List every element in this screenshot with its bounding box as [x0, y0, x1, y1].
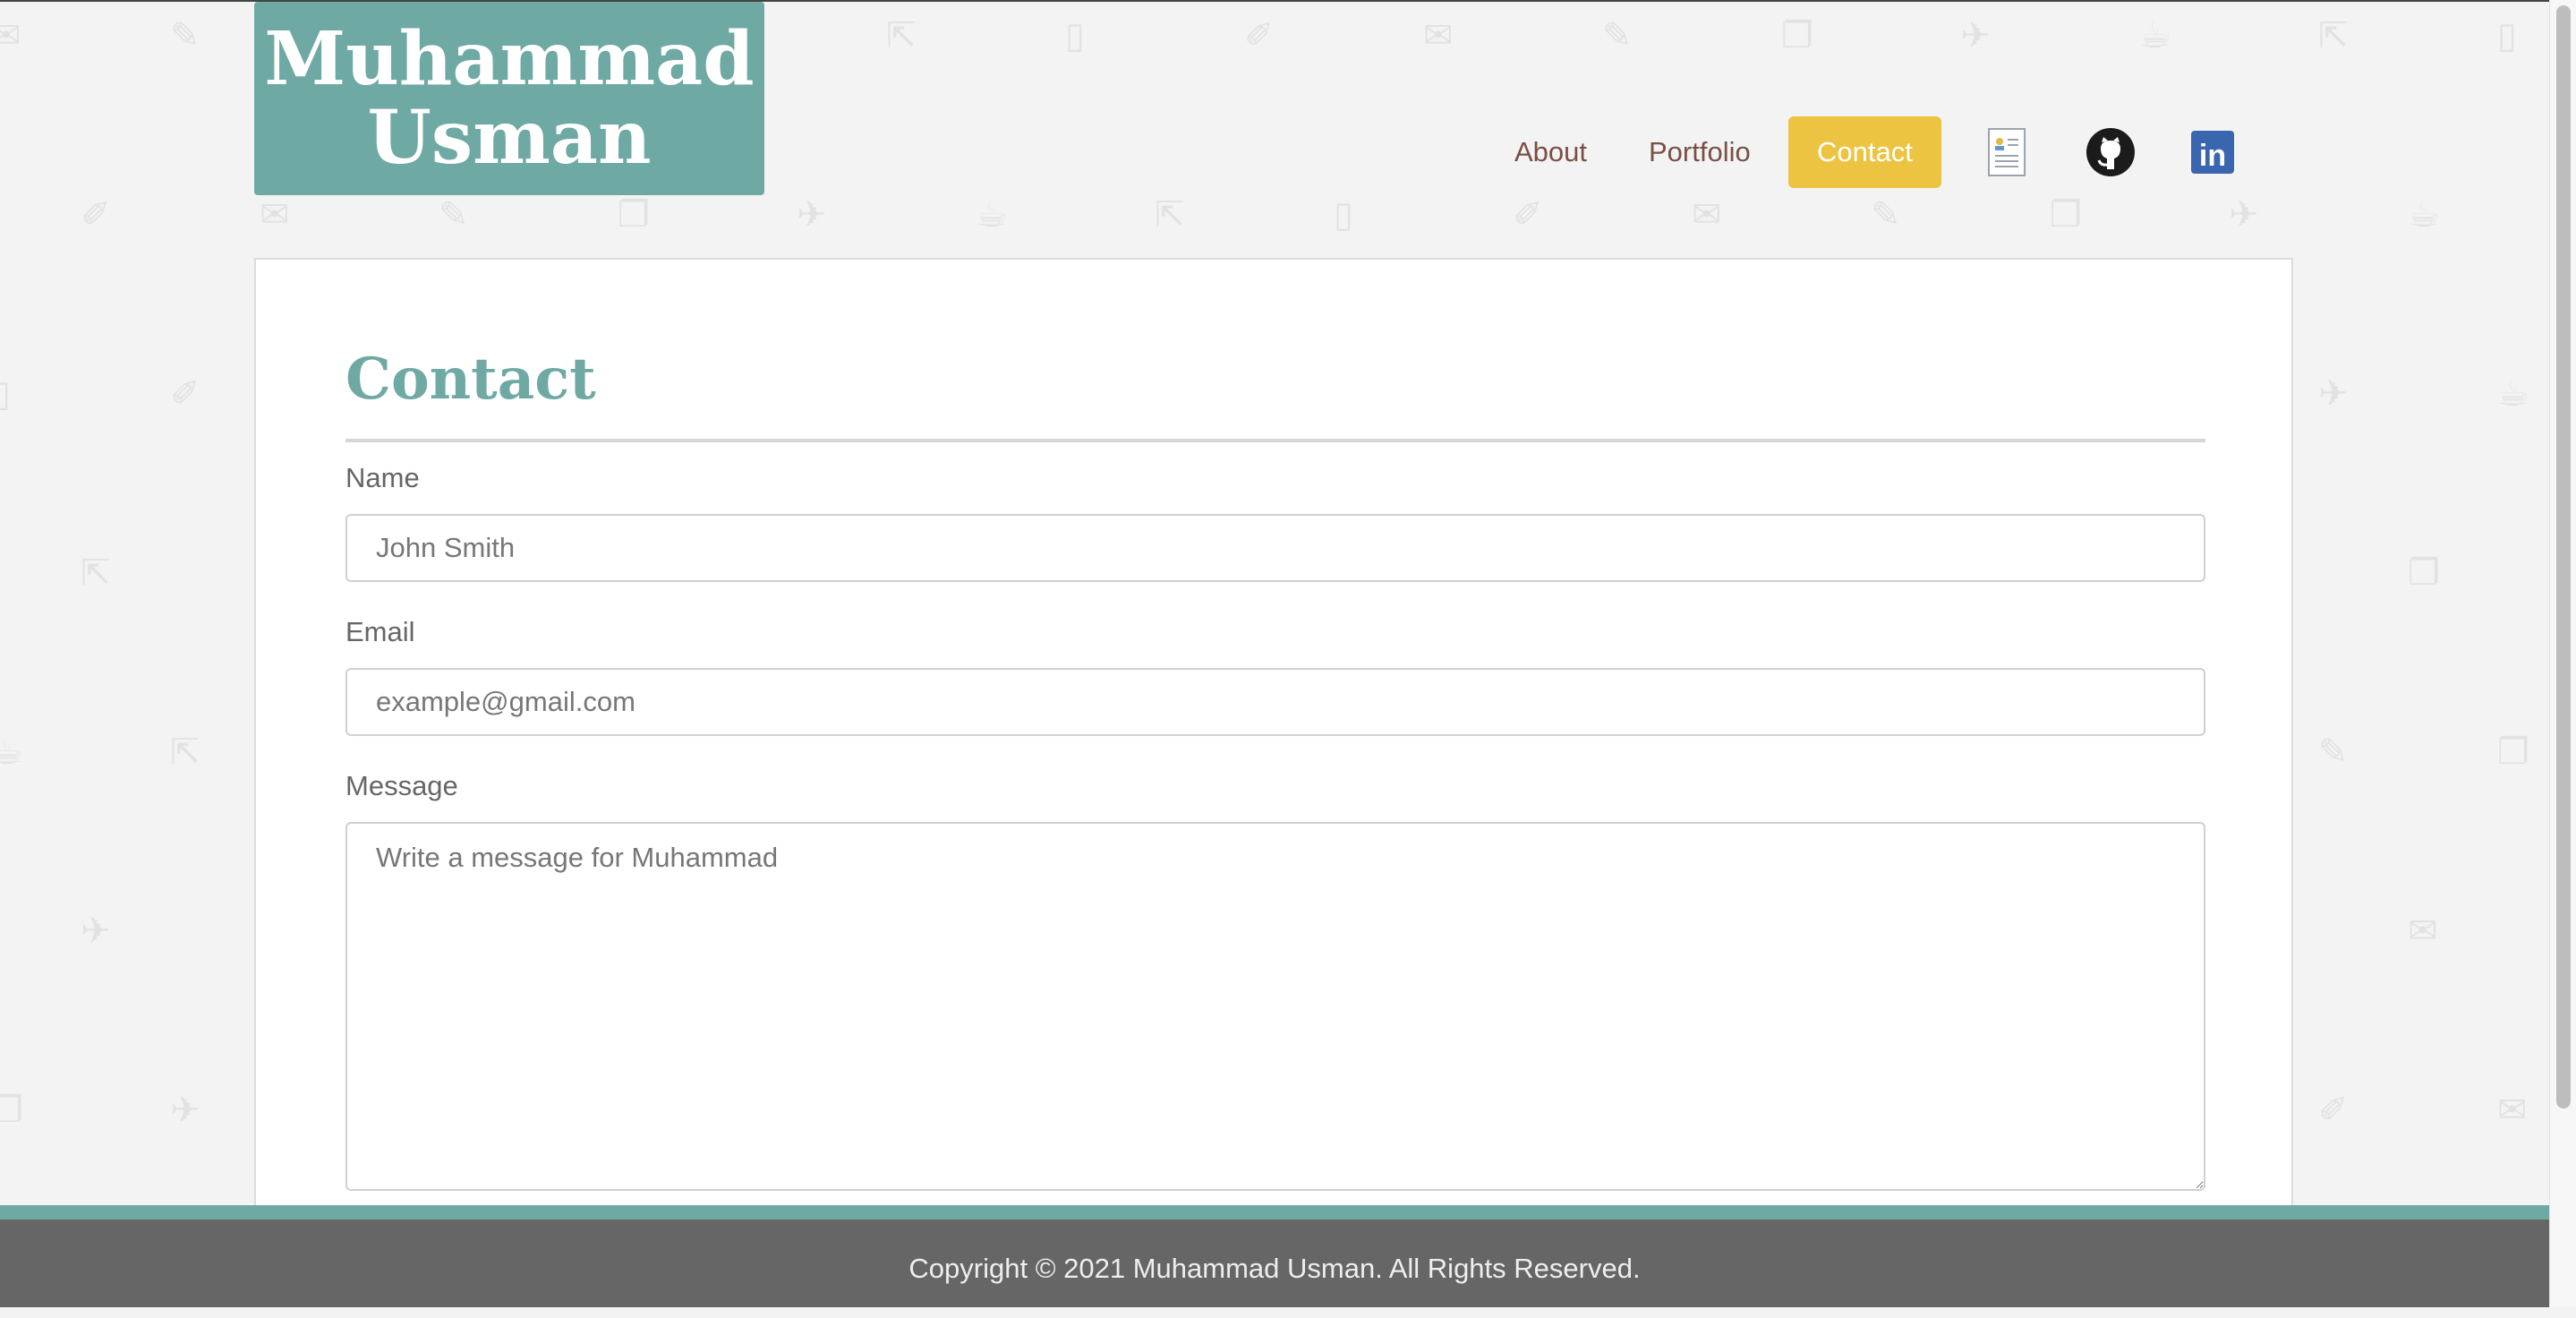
background-glyph: ❐ — [2050, 194, 2082, 235]
background-glyph: ☕ — [976, 194, 1008, 235]
background-glyph: ✐ — [2318, 1090, 2349, 1131]
background-glyph: ✐ — [1513, 194, 1543, 235]
background-glyph: ✉ — [1423, 15, 1454, 56]
scrollbar-thumb[interactable] — [2556, 5, 2571, 1108]
background-glyph: ☕ — [2139, 15, 2171, 56]
email-field[interactable] — [345, 668, 2205, 736]
background-glyph: ✉ — [260, 194, 290, 235]
background-glyph: ⇱ — [1155, 194, 1185, 235]
linkedin-icon[interactable]: in — [2186, 125, 2239, 179]
background-glyph: ✉ — [2497, 1090, 2528, 1131]
background-glyph: ✉ — [2408, 911, 2438, 952]
background-glyph: ☕ — [0, 732, 23, 773]
background-glyph: ☕ — [2497, 373, 2529, 415]
message-field[interactable] — [345, 822, 2205, 1191]
nav-contact[interactable]: Contact — [1788, 116, 1941, 188]
background-glyph: ⇱ — [2318, 15, 2349, 56]
scrollbar-track[interactable] — [2549, 0, 2576, 1307]
background-glyph: ✐ — [170, 373, 200, 415]
contact-card: Contact Name Email Message — [254, 258, 2293, 1243]
background-glyph: ✈ — [2318, 373, 2349, 415]
background-glyph: ❐ — [618, 194, 650, 235]
name-field[interactable] — [345, 514, 2205, 582]
background-glyph: ✈ — [1960, 15, 1991, 56]
background-glyph: ✎ — [170, 15, 200, 56]
site-logo[interactable]: Muhammad Usman — [254, 2, 764, 195]
email-label: Email — [345, 616, 415, 647]
name-label: Name — [345, 462, 420, 493]
nav-portfolio[interactable]: Portfolio — [1649, 116, 1751, 188]
background-glyph: ⇱ — [886, 15, 917, 56]
background-glyph: ✈ — [797, 194, 827, 235]
background-glyph: ✈ — [81, 911, 111, 952]
background-glyph: ❐ — [0, 1090, 23, 1131]
background-glyph: ✎ — [2318, 732, 2349, 773]
background-glyph: ❐ — [2497, 732, 2529, 773]
message-label: Message — [345, 770, 458, 801]
background-glyph: ✈ — [2229, 194, 2259, 235]
background-glyph: ✐ — [81, 194, 111, 235]
github-icon[interactable] — [2084, 125, 2137, 179]
footer-accent-bar — [0, 1205, 2549, 1220]
copyright-text: Copyright © 2021 Muhammad Usman. All Rig… — [908, 1253, 1641, 1284]
background-glyph: ❐ — [1781, 15, 1813, 56]
background-glyph: ✎ — [1602, 15, 1633, 56]
background-glyph: ⇱ — [81, 552, 111, 594]
background-glyph: ✉ — [0, 15, 21, 56]
resume-icon[interactable] — [1980, 125, 2034, 179]
logo-first-name: Muhammad — [264, 16, 755, 102]
svg-text:in: in — [2199, 139, 2226, 173]
nav-about[interactable]: About — [1514, 116, 1587, 188]
background-glyph: ✎ — [439, 194, 469, 235]
background-glyph: ▯ — [2497, 15, 2518, 56]
background-glyph: ✈ — [170, 1090, 200, 1131]
logo-last-name: Usman — [367, 95, 652, 181]
background-glyph: ✉ — [1692, 194, 1722, 235]
background-glyph: ▯ — [1065, 15, 1086, 56]
page-title: Contact — [345, 346, 596, 413]
site-footer: Copyright © 2021 Muhammad Usman. All Rig… — [0, 1220, 2549, 1307]
background-glyph: ▯ — [0, 373, 12, 415]
background-glyph: ⇱ — [170, 732, 200, 773]
background-glyph: ✐ — [1244, 15, 1275, 56]
background-glyph: ☕ — [2408, 194, 2440, 235]
title-divider — [345, 439, 2205, 442]
background-glyph: ❐ — [2408, 552, 2440, 594]
background-glyph: ▯ — [1334, 194, 1354, 235]
background-glyph: ✎ — [1871, 194, 1901, 235]
